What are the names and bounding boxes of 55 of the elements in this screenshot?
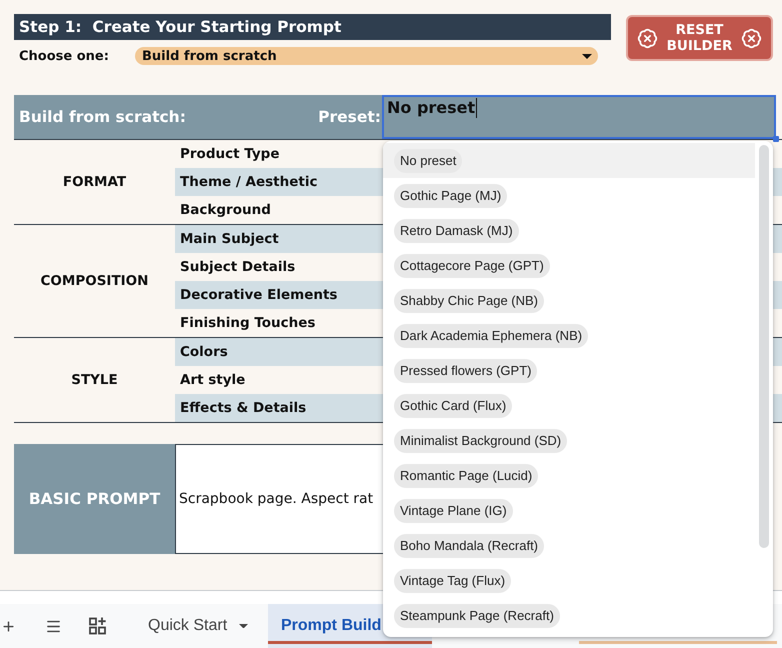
choose-label: Choose one:: [18, 48, 110, 64]
preset-label: Preset:: [318, 108, 381, 126]
mode-dropdown[interactable]: Build from scratch: [135, 47, 598, 65]
grid-plus-icon[interactable]: [89, 617, 107, 635]
field-label: Effects & Details: [179, 400, 306, 416]
caret-icon: [582, 54, 592, 58]
field-label: Main Subject: [179, 231, 279, 247]
field-label: Colors: [179, 344, 228, 360]
option-chip: Gothic Page (MJ): [394, 184, 508, 208]
menu-item[interactable]: Pressed flowers (GPT): [383, 353, 755, 388]
menu-item[interactable]: Cottagecore Page (GPT): [383, 248, 755, 283]
menu-item[interactable]: Retro Damask (MJ): [383, 213, 755, 248]
field-label: Art style: [179, 372, 246, 388]
prompt-label: BASIC PROMPT: [14, 444, 175, 554]
menu-item[interactable]: No preset: [383, 143, 755, 178]
step-title: Step 1: Create Your Starting Prompt: [14, 14, 611, 40]
field-label: Theme / Aesthetic: [179, 174, 318, 190]
section-title: Build from scratch:: [18, 108, 186, 126]
option-chip: No preset: [394, 148, 462, 172]
option-chip: Pressed flowers (GPT): [394, 358, 538, 382]
option-chip: Cottagecore Page (GPT): [394, 254, 550, 278]
category-label: FORMAT: [62, 174, 126, 190]
plus-icon[interactable]: [1, 618, 16, 634]
menu-item[interactable]: Vintage Plane (IG): [383, 493, 755, 528]
menu-item[interactable]: Shabby Chic Page (NB): [383, 283, 755, 318]
field-label: Decorative Elements: [179, 287, 338, 303]
scrollbar-thumb[interactable]: [759, 145, 769, 548]
field-label: Subject Details: [179, 259, 296, 275]
option-chip: Dark Academia Ephemera (NB): [394, 324, 588, 348]
menu-item[interactable]: Romantic Page (Lucid): [383, 458, 755, 493]
option-chip: Vintage Tag (Flux): [394, 568, 512, 592]
menu-item[interactable]: Vintage Tag (Flux): [383, 563, 755, 598]
option-chip: Shabby Chic Page (NB): [394, 288, 544, 312]
option-chip: Minimalist Background (SD): [394, 428, 568, 452]
field-label: Background: [179, 202, 271, 218]
menu-item[interactable]: Dark Academia Ephemera (NB): [383, 318, 755, 353]
sheet-tab[interactable]: Quick Start: [131, 604, 267, 648]
field-label: Finishing Touches: [179, 315, 316, 331]
category-label: STYLE: [71, 372, 118, 388]
option-chip: Vintage Plane (IG): [394, 498, 513, 522]
x-badge-icon: [741, 28, 762, 48]
category-label: COMPOSITION: [40, 273, 148, 289]
field-label: Product Type: [179, 146, 280, 162]
x-badge-icon: [637, 28, 658, 48]
option-chip: Boho Mandala (Recraft): [394, 534, 544, 558]
option-chip: Retro Damask (MJ): [394, 218, 519, 242]
text-cursor-icon: [476, 98, 478, 118]
menu-item[interactable]: Gothic Card (Flux): [383, 388, 755, 423]
option-chip: Gothic Card (Flux): [394, 394, 512, 418]
reset-button[interactable]: RESET BUILDER: [626, 15, 773, 61]
option-chip: Steampunk Page (Recraft): [394, 604, 560, 628]
option-chip: Romantic Page (Lucid): [394, 464, 538, 488]
menu-item[interactable]: Gothic Page (MJ): [383, 178, 755, 213]
preset-input[interactable]: No preset: [382, 95, 776, 139]
fill-handle-icon[interactable]: [773, 136, 779, 142]
